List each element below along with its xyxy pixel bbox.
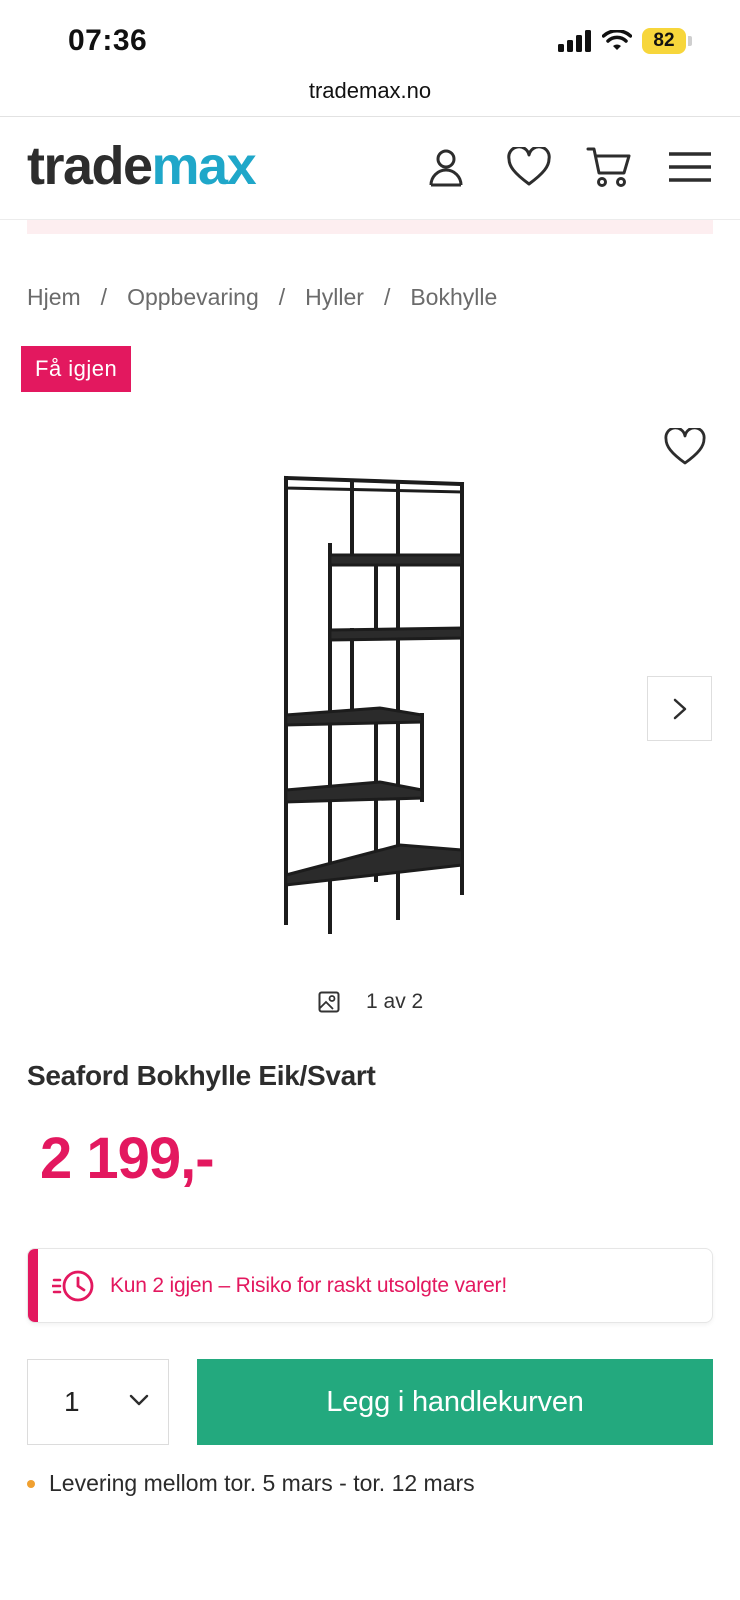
favorite-button[interactable] <box>660 424 710 470</box>
breadcrumb-item-hyller[interactable]: Hyller <box>305 284 364 311</box>
alert-accent-bar <box>28 1249 38 1322</box>
cart-icon <box>586 147 631 187</box>
delivery-text: Levering mellom tor. 5 mars - tor. 12 ma… <box>49 1470 475 1496</box>
logo-text-trade: trade <box>27 136 153 196</box>
breadcrumb: Hjem / Oppbevaring / Hyller / Bokhylle <box>27 284 497 311</box>
gallery-next-button[interactable] <box>647 676 712 741</box>
gallery-counter-text: 1 av 2 <box>366 990 424 1013</box>
favorite-icon <box>664 428 706 465</box>
menu-icon <box>669 152 711 182</box>
product-title: Seaford Bokhylle Eik/Svart <box>27 1060 376 1091</box>
browser-url[interactable]: trademax.no <box>0 78 740 116</box>
wishlist-button[interactable] <box>505 143 553 191</box>
account-icon <box>429 149 463 187</box>
breadcrumb-separator: / <box>100 284 108 310</box>
product-price: 2 199,- <box>40 1126 215 1191</box>
battery-level: 82 <box>642 28 686 54</box>
wifi-icon <box>602 30 632 50</box>
breadcrumb-separator: / <box>278 284 286 310</box>
image-icon <box>318 991 340 1013</box>
battery-icon: 82 <box>642 28 692 54</box>
breadcrumb-item-bokhylle[interactable]: Bokhylle <box>410 284 497 311</box>
delivery-info: Levering mellom tor. 5 mars - tor. 12 ma… <box>27 1470 475 1497</box>
product-image-bookshelf[interactable] <box>280 470 480 940</box>
stock-alert-message: Kun 2 igjen – Risiko for raskt utsolgte … <box>110 1274 507 1297</box>
add-to-cart-button[interactable]: Legg i handlekurven <box>197 1359 713 1445</box>
breadcrumb-separator: / <box>383 284 391 310</box>
breadcrumb-item-hjem[interactable]: Hjem <box>27 284 81 311</box>
quantity-value: 1 <box>64 1386 80 1417</box>
site-header: trademax <box>0 117 740 220</box>
logo-text-max: max <box>151 136 257 196</box>
breadcrumb-item-oppbevaring[interactable]: Oppbevaring <box>127 284 259 311</box>
trademax-logo[interactable]: trademax <box>27 136 257 196</box>
delivery-status-dot <box>27 1479 35 1488</box>
wishlist-icon <box>507 147 551 186</box>
gallery-counter: 1 av 2 <box>318 990 423 1014</box>
notice-strip <box>27 220 713 234</box>
menu-button[interactable] <box>666 143 714 191</box>
stock-badge: Få igjen <box>21 346 132 392</box>
stock-alert: Kun 2 igjen – Risiko for raskt utsolgte … <box>27 1248 713 1323</box>
status-bar: 07:36 82 <box>0 0 740 78</box>
quantity-select[interactable]: 1 <box>27 1359 169 1445</box>
signal-icon <box>558 30 591 52</box>
cart-button[interactable] <box>585 143 633 191</box>
status-icons: 82 <box>558 28 692 54</box>
account-button[interactable] <box>422 143 470 191</box>
chevron-right-icon <box>673 698 686 719</box>
clock-icon <box>52 1270 94 1302</box>
chevron-down-icon <box>129 1394 149 1406</box>
status-time: 07:36 <box>68 24 148 57</box>
